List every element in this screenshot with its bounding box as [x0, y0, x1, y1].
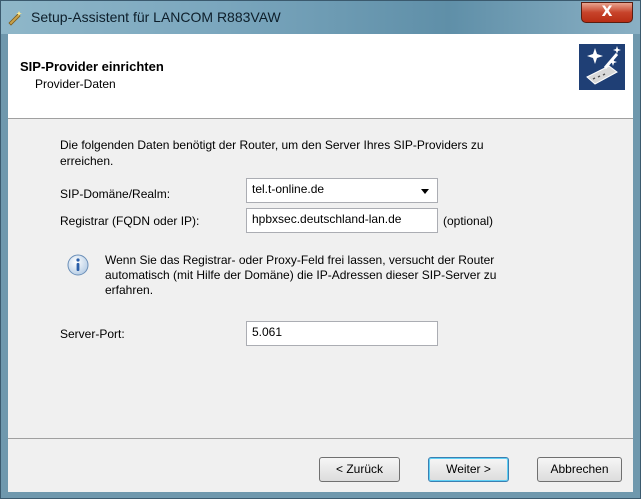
wizard-content: Die folgenden Daten benötigt der Router,… [8, 119, 633, 438]
registrar-value: hpbxsec.deutschland-lan.de [252, 212, 402, 226]
sip-domain-value: tel.t-online.de [252, 182, 325, 196]
window-title: Setup-Assistent für LANCOM R883VAW [31, 9, 281, 25]
page-title: SIP-Provider einrichten [20, 59, 164, 74]
next-button[interactable]: Weiter > [428, 457, 509, 482]
page-subtitle: Provider-Daten [35, 77, 116, 91]
registrar-input[interactable]: hpbxsec.deutschland-lan.de [246, 208, 438, 233]
server-port-label: Server-Port: [60, 327, 125, 341]
server-port-value: 5.061 [252, 325, 283, 339]
registrar-hint: (optional) [443, 214, 494, 228]
window-frame-bottom [1, 492, 640, 498]
chevron-down-icon[interactable] [419, 185, 431, 197]
sip-domain-label: SIP-Domäne/Realm: [60, 187, 171, 201]
info-icon [67, 254, 89, 276]
title-bar[interactable]: Setup-Assistent für LANCOM R883VAW X [1, 1, 640, 34]
wizard-window: Setup-Assistent für LANCOM R883VAW X SIP… [0, 0, 641, 499]
wizard-app-icon [8, 11, 22, 26]
close-icon: X [601, 4, 613, 20]
cancel-button[interactable]: Abbrechen [537, 457, 622, 482]
back-button[interactable]: < Zurück [319, 457, 400, 482]
window-frame-right [633, 34, 640, 498]
server-port-input[interactable]: 5.061 [246, 321, 438, 346]
registrar-label: Registrar (FQDN oder IP): [60, 214, 200, 228]
description-text: Die folgenden Daten benötigt der Router,… [60, 138, 484, 168]
sip-domain-dropdown[interactable]: tel.t-online.de [246, 178, 438, 203]
wizard-sparkle-icon [579, 44, 625, 90]
info-text: Wenn Sie das Registrar- oder Proxy-Feld … [105, 253, 497, 297]
close-button[interactable]: X [581, 2, 633, 23]
wizard-header: SIP-Provider einrichten Provider-Daten [8, 34, 633, 119]
footer-divider [8, 438, 633, 439]
window-frame-left [1, 34, 8, 498]
